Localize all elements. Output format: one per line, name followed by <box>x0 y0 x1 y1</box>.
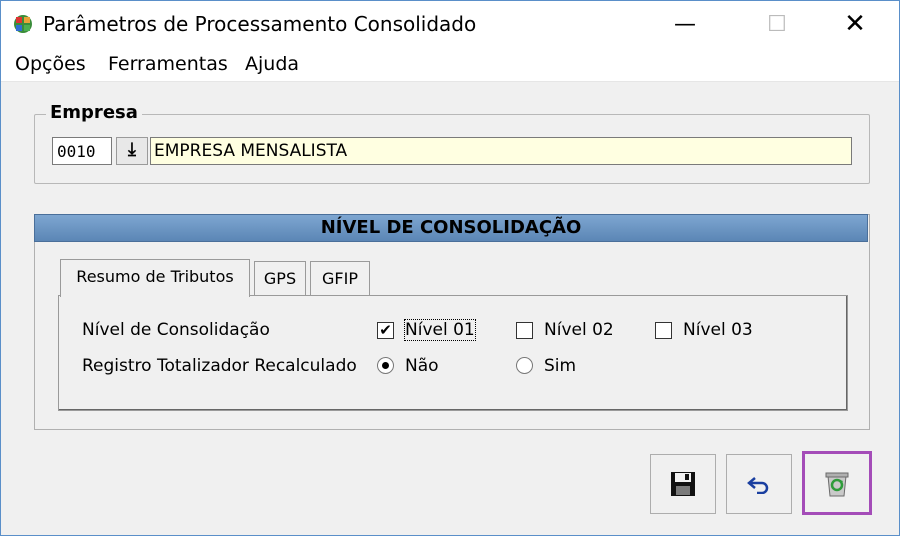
download-arrow-icon: ⤓ <box>128 139 136 160</box>
recycle-bin-button[interactable] <box>802 451 872 515</box>
minimize-button[interactable]: — <box>663 9 707 39</box>
window-title: Parâmetros de Processamento Consolidado <box>43 12 477 36</box>
empresa-code-input[interactable]: 0010 <box>52 137 112 165</box>
menu-bar: Opções Ferramentas Ajuda <box>1 47 899 82</box>
checkmark-icon: ✔ <box>379 321 392 339</box>
empresa-label: Empresa <box>46 102 142 123</box>
radio-nao[interactable] <box>377 357 394 374</box>
tab-content <box>58 295 848 411</box>
tab-resumo-de-tributos[interactable]: Resumo de Tributos <box>60 259 250 297</box>
checkbox-nivel-03-label[interactable]: Nível 03 <box>683 320 753 340</box>
empresa-lookup-button[interactable]: ⤓ <box>116 137 148 165</box>
radio-sim[interactable] <box>516 357 533 374</box>
menu-ajuda[interactable]: Ajuda <box>245 53 299 75</box>
checkbox-nivel-01-label[interactable]: Nível 01 <box>404 319 476 341</box>
checkbox-nivel-02[interactable] <box>516 322 533 339</box>
close-button[interactable]: ✕ <box>833 9 877 39</box>
save-button[interactable] <box>650 454 716 514</box>
menu-opcoes[interactable]: Opções <box>15 53 86 75</box>
empresa-name-field[interactable]: EMPRESA MENSALISTA <box>150 137 852 165</box>
nivel-consolidacao-label: Nível de Consolidação <box>82 320 270 340</box>
undo-button[interactable] <box>726 454 792 514</box>
title-bar: Parâmetros de Processamento Consolidado … <box>1 1 899 47</box>
tab-gps[interactable]: GPS <box>254 261 306 295</box>
floppy-disk-icon <box>671 472 695 496</box>
registro-totalizador-label: Registro Totalizador Recalculado <box>82 356 357 376</box>
checkbox-nivel-02-label[interactable]: Nível 02 <box>544 320 614 340</box>
tab-gfip[interactable]: GFIP <box>310 261 370 295</box>
checkbox-nivel-03[interactable] <box>655 322 672 339</box>
undo-arrow-icon <box>747 477 769 494</box>
panel-title: NÍVEL DE CONSOLIDAÇÃO <box>34 214 868 242</box>
radio-nao-label[interactable]: Não <box>405 356 439 376</box>
maximize-button[interactable]: ☐ <box>755 9 799 39</box>
menu-ferramentas[interactable]: Ferramentas <box>108 53 228 75</box>
radio-sim-label[interactable]: Sim <box>544 356 576 376</box>
grid-app-icon <box>14 15 32 33</box>
recycle-bin-icon <box>825 472 849 497</box>
checkbox-nivel-01[interactable]: ✔ <box>377 322 394 339</box>
